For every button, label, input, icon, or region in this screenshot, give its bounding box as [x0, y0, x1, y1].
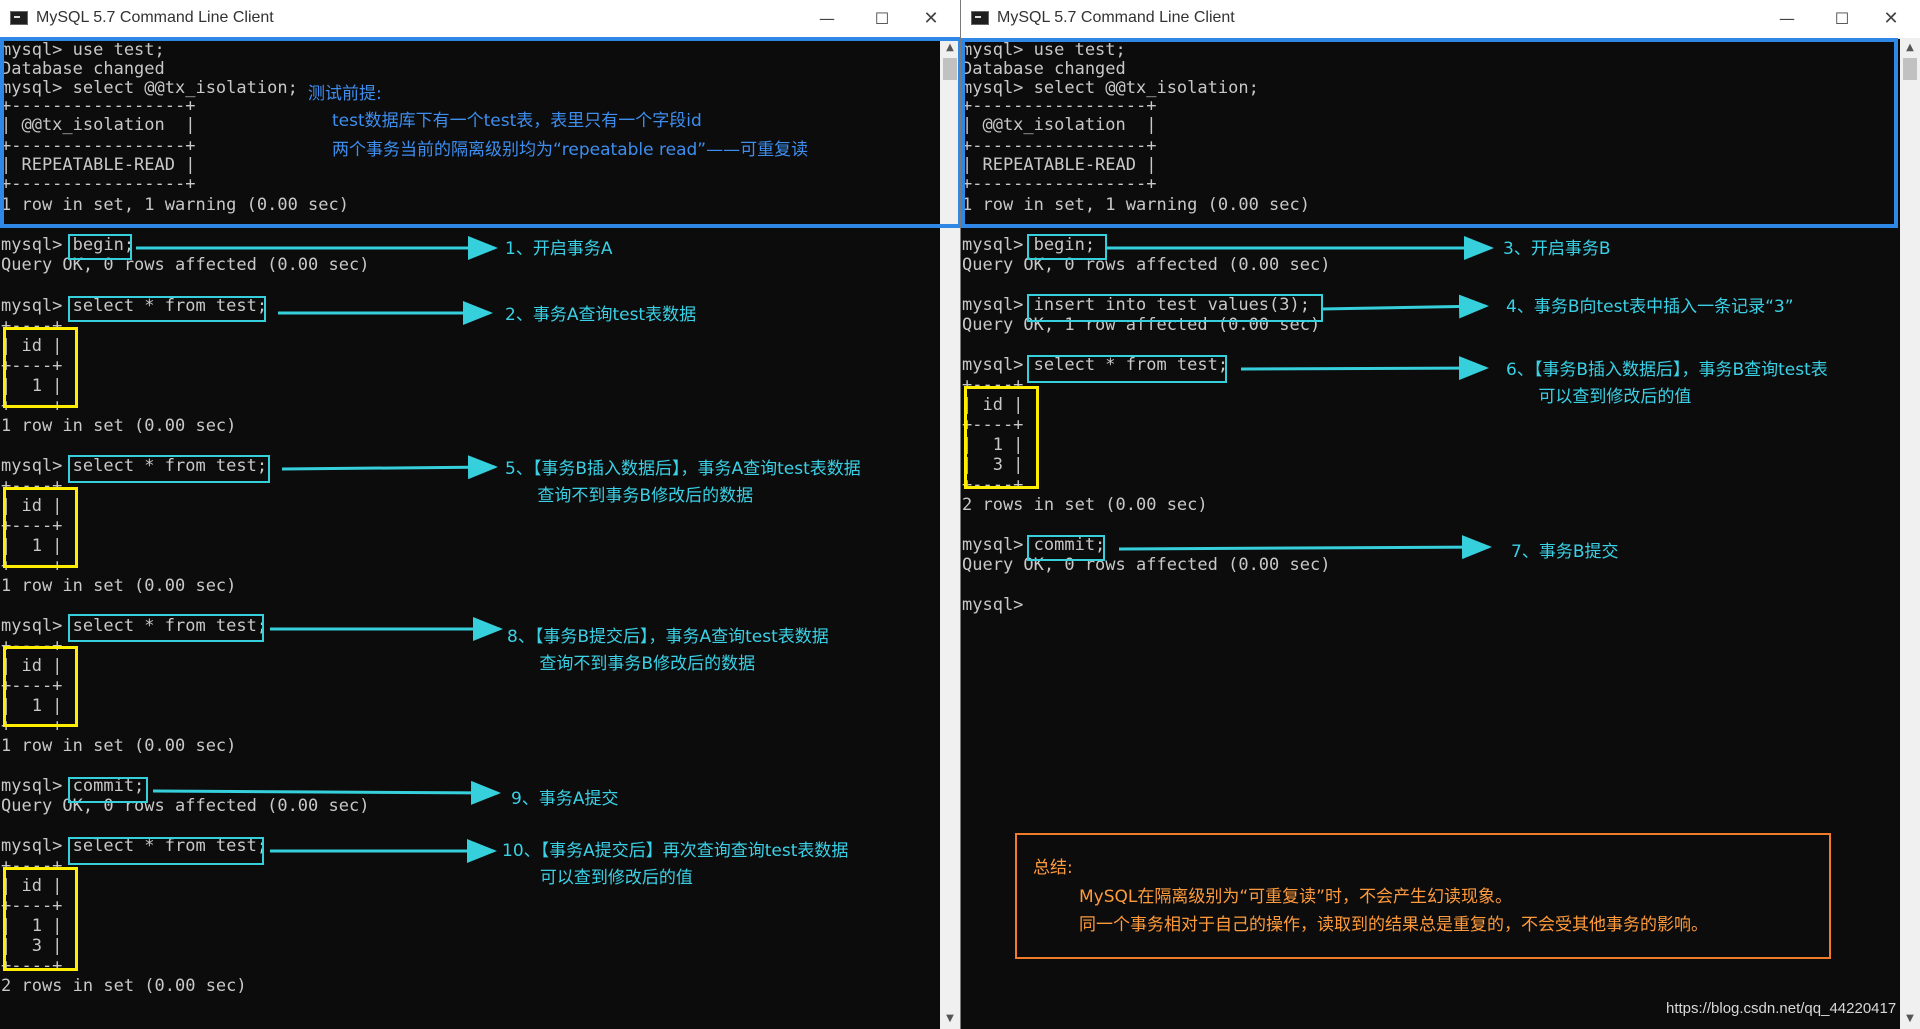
window-title: MySQL 5.7 Command Line Client [997, 9, 1235, 26]
select-highlight [68, 296, 266, 322]
console-line: Query OK, 0 rows affected (0.00 sec) [962, 555, 1331, 575]
premise-line: 两个事务当前的隔离级别均为“repeatable read”——可重复读 [332, 140, 809, 160]
step-annotation: 5、【事务B插入数据后】，事务A查询test表数据 查询不到事务B修改后的数据 [505, 459, 861, 506]
console-line: Query OK, 0 rows affected (0.00 sec) [962, 255, 1331, 275]
maximize-button[interactable]: ☐ [859, 0, 905, 38]
premise-highlight-box [961, 38, 1898, 228]
select-highlight [68, 614, 264, 642]
terminal-icon [971, 11, 989, 25]
title-bar[interactable]: MySQL 5.7 Command Line Client — ☐ ✕ [0, 0, 960, 39]
result-highlight [964, 386, 1039, 489]
mysql-client-window-a[interactable]: MySQL 5.7 Command Line Client — ☐ ✕ mysq… [0, 0, 960, 1029]
step-annotation: 7、事务B提交 [1511, 542, 1619, 562]
step-annotation: 9、事务A提交 [511, 789, 619, 809]
step-annotation: 2、事务A查询test表数据 [505, 305, 697, 325]
summary-line: 同一个事务相对于自己的操作，读取到的结果总是重复的，不会受其他事务的影响。 [1079, 915, 1708, 935]
begin-highlight [68, 234, 132, 260]
premise-line: test数据库下有一个test表，表里只有一个字段id [332, 111, 702, 131]
scroll-down-icon[interactable]: ▼ [940, 1011, 960, 1027]
step-annotation: 10、【事务A提交后】再次查询查询test表数据 可以查到修改后的值 [502, 841, 849, 888]
select-highlight [68, 455, 270, 483]
minimize-button[interactable]: — [804, 0, 850, 38]
scroll-down-icon[interactable]: ▼ [1900, 1011, 1920, 1027]
console-line: 1 row in set (0.00 sec) [1, 736, 237, 756]
summary-title: 总结: [1033, 858, 1073, 878]
console-line: 1 row in set (0.00 sec) [1, 576, 237, 596]
commit-highlight [1027, 535, 1105, 561]
scrollbar[interactable]: ▲ ▼ [1900, 38, 1920, 1029]
minimize-button[interactable]: — [1764, 0, 1810, 38]
insert-highlight [1027, 294, 1323, 322]
result-highlight [3, 867, 78, 971]
step-annotation: 3、开启事务B [1503, 239, 1611, 259]
step-annotation: 8、【事务B提交后】，事务A查询test表数据 查询不到事务B修改后的数据 [507, 627, 829, 674]
select-highlight [1027, 355, 1227, 383]
console-line: 2 rows in set (0.00 sec) [962, 495, 1208, 515]
summary-line: MySQL在隔离级别为“可重复读”时，不会产生幻读现象。 [1079, 887, 1512, 907]
maximize-button[interactable]: ☐ [1819, 0, 1865, 38]
commit-highlight [68, 777, 148, 803]
console-line: Query OK, 0 rows affected (0.00 sec) [1, 796, 370, 816]
title-bar[interactable]: MySQL 5.7 Command Line Client — ☐ ✕ [961, 0, 1920, 39]
result-highlight [3, 646, 78, 727]
select-highlight [68, 837, 264, 865]
step-annotation: 6、【事务B插入数据后】，事务B查询test表 可以查到修改后的值 [1506, 360, 1828, 407]
mysql-client-window-b[interactable]: MySQL 5.7 Command Line Client — ☐ ✕ mysq… [960, 0, 1920, 1029]
scroll-up-icon[interactable]: ▲ [1900, 40, 1920, 56]
premise-title: 测试前提: [308, 84, 382, 104]
console-line: 1 row in set (0.00 sec) [1, 416, 237, 436]
close-button[interactable]: ✕ [908, 0, 954, 38]
watermark: https://blog.csdn.net/qq_44220417 [1666, 1000, 1897, 1017]
begin-highlight [1027, 234, 1107, 260]
console-line: 2 rows in set (0.00 sec) [1, 976, 247, 996]
result-highlight [3, 327, 78, 408]
console-line: mysql> [962, 595, 1024, 615]
window-title: MySQL 5.7 Command Line Client [36, 9, 274, 26]
terminal-icon [10, 11, 28, 25]
step-annotation: 1、开启事务A [505, 239, 613, 259]
step-annotation: 4、事务B向test表中插入一条记录“3” [1506, 297, 1794, 317]
result-highlight [3, 487, 78, 568]
console-line: Query OK, 0 rows affected (0.00 sec) [1, 255, 370, 275]
scroll-thumb[interactable] [1903, 58, 1917, 80]
close-button[interactable]: ✕ [1868, 0, 1914, 38]
